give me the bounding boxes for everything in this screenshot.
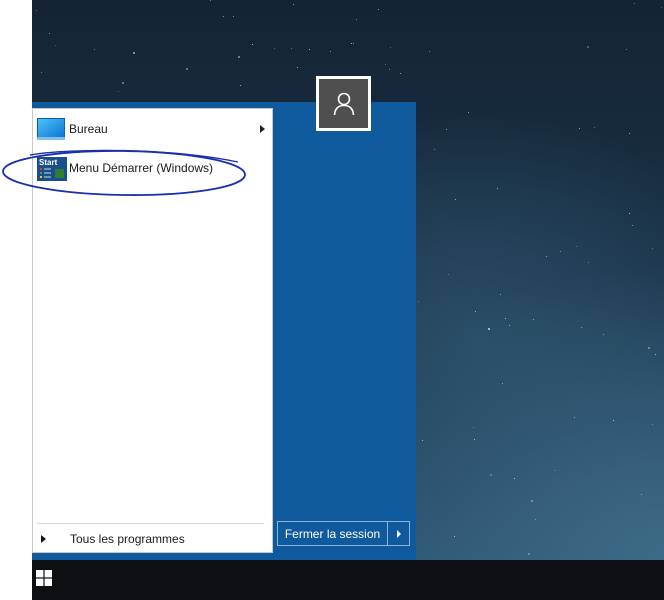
star (581, 327, 582, 328)
star (309, 49, 310, 50)
star (389, 69, 390, 70)
star (378, 9, 379, 10)
star (400, 73, 401, 74)
star (455, 199, 456, 200)
start-button[interactable] (32, 560, 56, 600)
star (122, 82, 124, 84)
star (252, 44, 253, 45)
star (233, 16, 234, 17)
star (475, 311, 476, 312)
star (385, 64, 386, 65)
star (652, 424, 653, 425)
star (588, 262, 589, 263)
star (238, 56, 240, 58)
star (330, 51, 331, 52)
star (574, 417, 575, 418)
star (55, 45, 56, 46)
logoff-control: Fermer la session (277, 521, 410, 546)
program-item-bureau[interactable]: Bureau (35, 114, 271, 144)
star (36, 10, 37, 11)
start-icon-text: Start (39, 158, 58, 167)
star (94, 49, 95, 50)
menu-separator (37, 523, 264, 524)
star (454, 536, 455, 537)
star (587, 46, 589, 48)
star (594, 127, 595, 128)
taskbar (32, 560, 664, 600)
star (502, 383, 503, 384)
start-menu-app-icon: Start (37, 157, 67, 186)
star (223, 16, 224, 17)
star (576, 246, 577, 247)
star (632, 225, 633, 226)
logoff-button[interactable]: Fermer la session (278, 522, 388, 545)
submenu-arrow-icon (260, 125, 265, 133)
star (626, 49, 627, 50)
user-avatar-icon (319, 79, 368, 128)
star (579, 128, 580, 129)
star (634, 3, 635, 4)
star (353, 43, 354, 44)
program-item-menu-demarrer[interactable]: Start Menu Démarrer (Windows) (35, 153, 271, 183)
star (468, 112, 469, 113)
star (533, 319, 534, 320)
all-programs-button[interactable]: Tous les programmes (35, 527, 271, 551)
star (546, 256, 547, 257)
expand-arrow-icon (41, 535, 46, 543)
star (474, 439, 475, 440)
star (603, 334, 604, 335)
star (274, 48, 275, 49)
star (293, 4, 294, 5)
star (509, 325, 510, 326)
star (661, 7, 662, 8)
star (448, 274, 449, 275)
star (418, 301, 419, 302)
star (297, 67, 298, 68)
windows-logo-icon (36, 569, 52, 591)
shutdown-options-button[interactable] (388, 522, 409, 545)
program-label: Bureau (69, 122, 108, 136)
star (490, 474, 492, 476)
star (186, 68, 188, 70)
star (356, 19, 357, 20)
star (488, 328, 490, 330)
star (652, 248, 653, 249)
star (555, 470, 556, 471)
programs-pane: Bureau Start Menu Démarrer (Windows) Tou… (32, 108, 273, 553)
star (535, 519, 536, 520)
star (648, 347, 650, 349)
left-margin (0, 0, 32, 600)
chevron-right-icon (396, 529, 401, 538)
star (210, 0, 211, 1)
star (390, 47, 391, 48)
star (629, 133, 630, 134)
star (497, 188, 498, 189)
program-label: Menu Démarrer (Windows) (69, 161, 214, 175)
star (613, 420, 614, 421)
desktop-monitor-icon (37, 118, 65, 145)
star (629, 213, 630, 214)
star (41, 72, 42, 73)
star (240, 85, 241, 86)
star (500, 294, 501, 295)
star (446, 129, 447, 130)
star (118, 91, 119, 92)
star (560, 251, 561, 252)
star (133, 52, 135, 54)
star (514, 478, 515, 479)
star (422, 440, 423, 441)
star (473, 427, 474, 428)
star (641, 494, 642, 495)
star (291, 48, 292, 49)
all-programs-label: Tous les programmes (70, 532, 185, 546)
star (655, 354, 656, 355)
user-avatar[interactable] (316, 76, 371, 131)
star (505, 318, 506, 319)
star (528, 553, 530, 555)
star (49, 33, 50, 34)
star (531, 500, 533, 502)
star (429, 51, 430, 52)
star (434, 149, 435, 150)
star (351, 43, 352, 44)
